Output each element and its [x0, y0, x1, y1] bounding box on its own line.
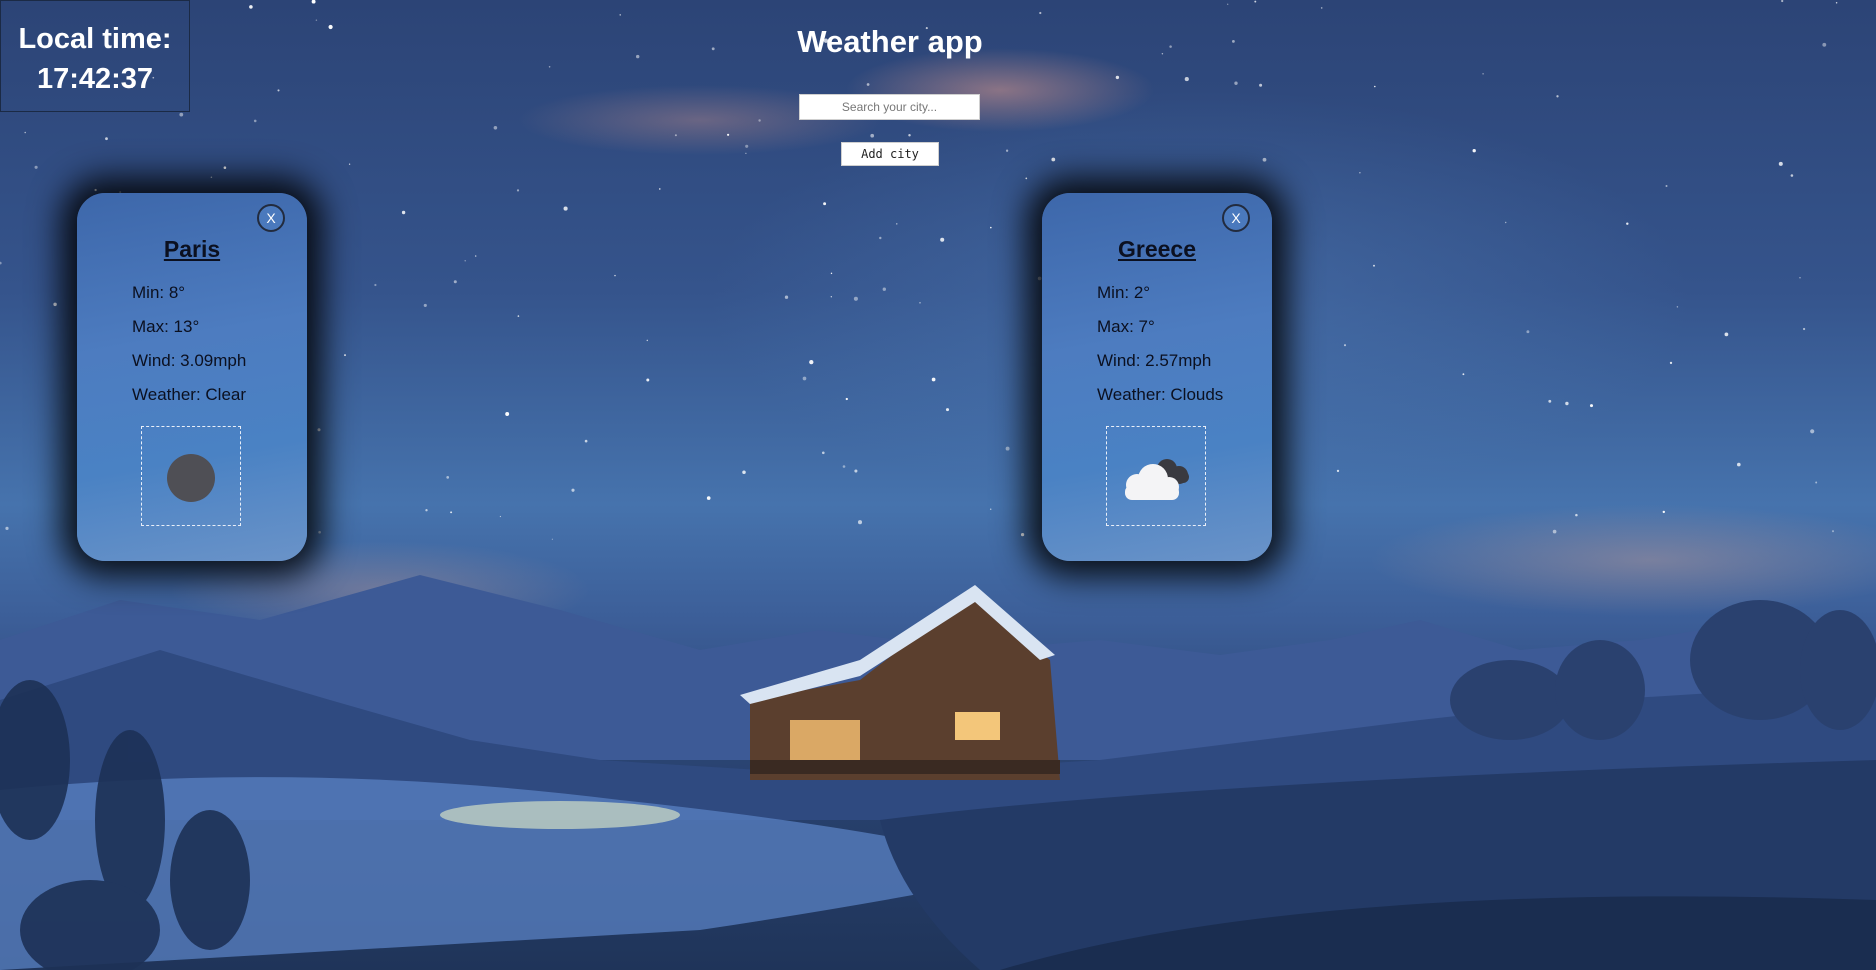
- clouds-icon: [1125, 459, 1189, 500]
- clear-icon: [167, 454, 215, 502]
- min-temp: Min: 2°: [1097, 283, 1151, 302]
- city-name: Greece: [1117, 236, 1196, 262]
- cabin: [740, 585, 1060, 780]
- wind-speed: Wind: 2.57mph: [1097, 351, 1212, 370]
- weather-condition: Weather: Clear: [132, 385, 247, 404]
- weather-card-greece: X Greece Min: 2° Max: 7° Wind: 2.57mph W…: [1042, 193, 1272, 561]
- weather-condition: Weather: Clouds: [1097, 385, 1224, 404]
- close-card-button[interactable]: X: [1222, 204, 1250, 232]
- lake-glow: [440, 801, 680, 829]
- city-name: Paris: [163, 236, 221, 262]
- weather-icon-box: [141, 426, 241, 526]
- local-time-value: 17:42:37: [36, 63, 154, 95]
- weather-icon-box: [1106, 426, 1206, 526]
- page-title: Weather app: [797, 24, 983, 59]
- max-temp: Max: 7°: [1097, 317, 1155, 336]
- close-card-button[interactable]: X: [257, 204, 285, 232]
- wind-speed: Wind: 3.09mph: [132, 351, 247, 370]
- search-input[interactable]: [799, 94, 980, 120]
- min-temp: Min: 8°: [132, 283, 186, 302]
- add-city-button[interactable]: Add city: [841, 142, 939, 166]
- weather-card-paris: X Paris Min: 8° Max: 13° Wind: 3.09mph W…: [77, 193, 307, 561]
- max-temp: Max: 13°: [132, 317, 200, 336]
